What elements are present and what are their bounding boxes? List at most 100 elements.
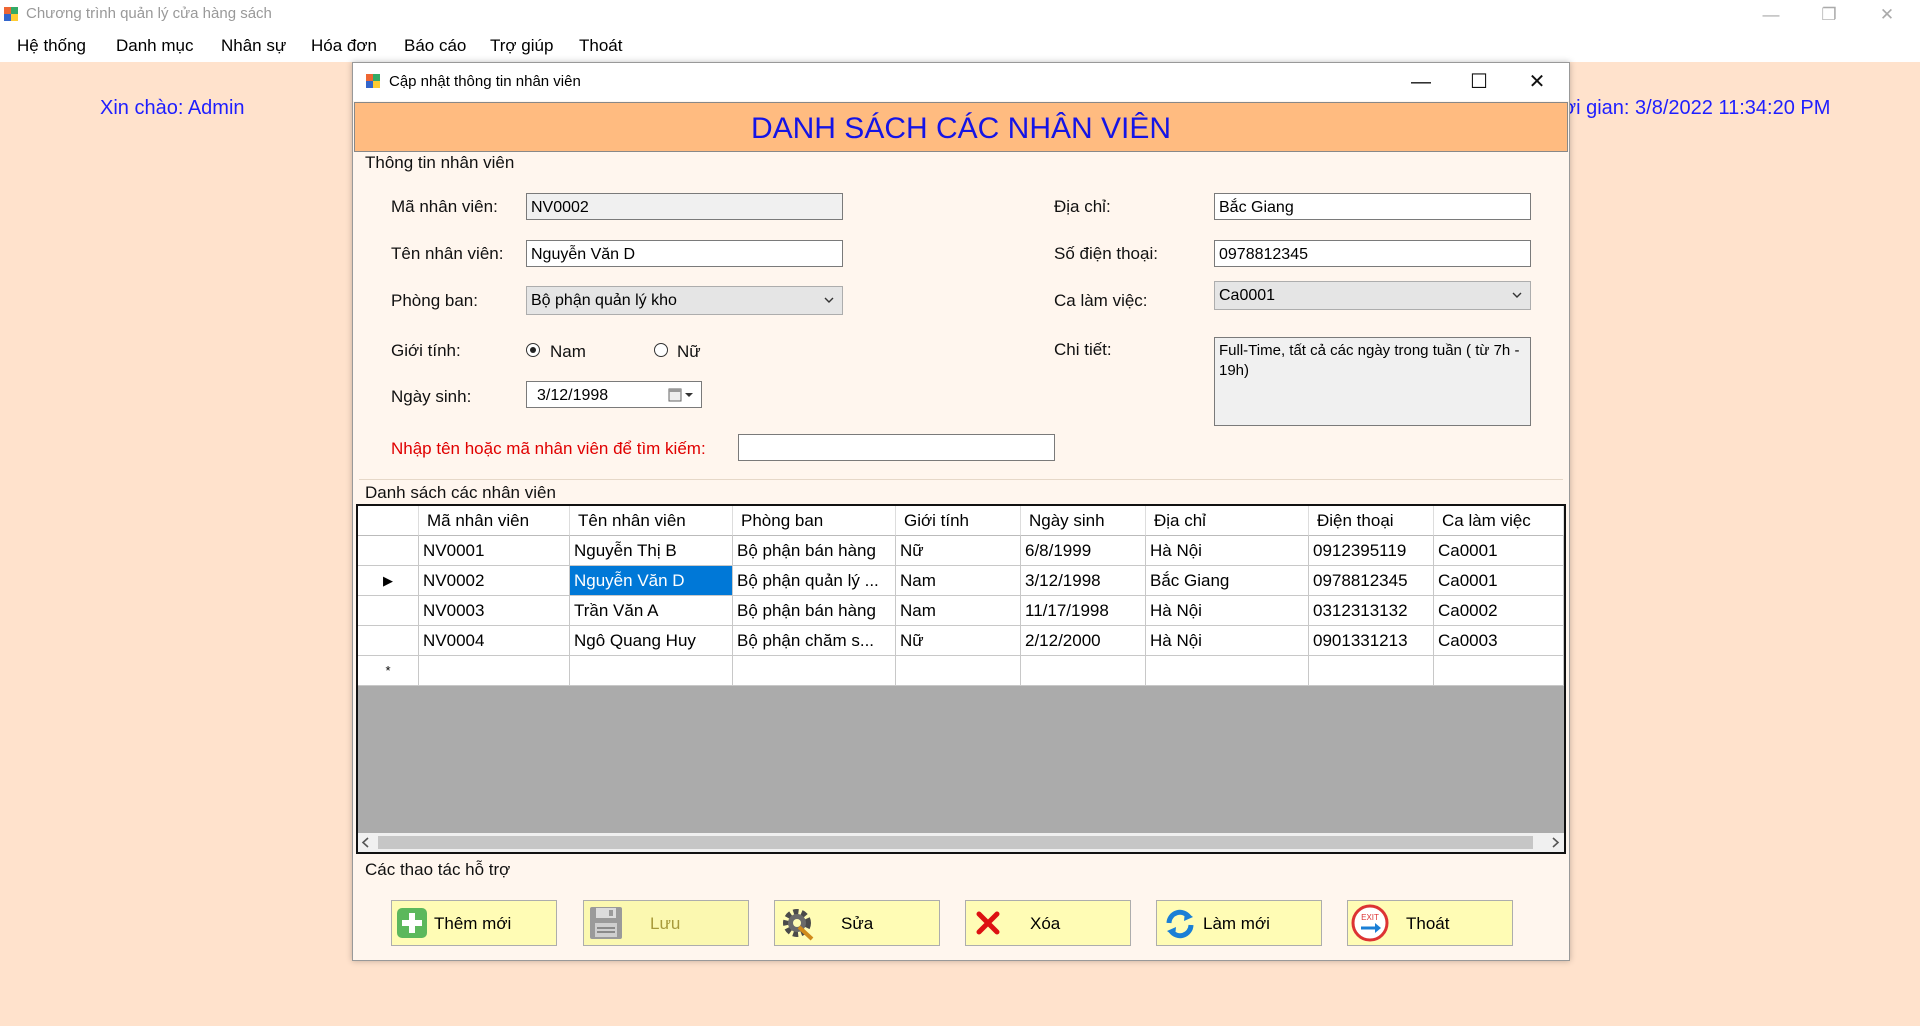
ca-lam-viec-label: Ca làm việc: [1054, 291, 1148, 310]
menu-bao-cao[interactable]: Báo cáo [404, 36, 466, 56]
edit-button[interactable]: Sửa [774, 900, 940, 946]
banner-title: DANH SÁCH CÁC NHÂN VIÊN [750, 112, 1172, 145]
restore-button[interactable]: ❐ [1800, 0, 1858, 29]
menu-thoat[interactable]: Thoát [579, 36, 622, 56]
save-button[interactable]: Lưu [583, 900, 749, 946]
table-cell[interactable]: NV0003 [419, 596, 570, 626]
menu-tro-giup[interactable]: Trợ giúp [490, 36, 553, 56]
table-cell[interactable]: Ngô Quang Huy [570, 626, 733, 656]
new-row-cell[interactable] [1309, 656, 1434, 686]
delete-button-label: Xóa [1030, 914, 1061, 933]
column-header-ten[interactable]: Tên nhân viên [570, 506, 733, 536]
row-header[interactable] [358, 536, 419, 566]
table-cell[interactable]: Hà Nội [1146, 626, 1309, 656]
row-header[interactable] [358, 596, 419, 626]
table-cell[interactable]: Ca0001 [1434, 536, 1564, 566]
new-row-cell[interactable] [570, 656, 733, 686]
scrollbar-thumb[interactable] [378, 836, 1533, 849]
column-header-ngay-sinh[interactable]: Ngày sinh [1021, 506, 1146, 536]
menu-he-thong[interactable]: Hệ thống [17, 36, 86, 56]
table-cell[interactable]: Hà Nội [1146, 536, 1309, 566]
table-cell[interactable]: Nam [896, 596, 1021, 626]
new-row-cell[interactable] [1434, 656, 1564, 686]
new-row-indicator[interactable]: * [358, 656, 419, 686]
employee-grid[interactable]: Mã nhân viên Tên nhân viên Phòng ban Giớ… [356, 504, 1566, 854]
close-button[interactable]: ✕ [1858, 0, 1916, 29]
menu-nhan-su[interactable]: Nhân sự [221, 36, 286, 56]
table-cell[interactable]: 0912395119 [1309, 536, 1434, 566]
ca-lam-viec-select[interactable]: Ca0001 [1214, 281, 1531, 310]
gender-male-label[interactable]: Nam [550, 342, 586, 362]
table-cell[interactable]: 0312313132 [1309, 596, 1434, 626]
table-cell[interactable]: Nữ [896, 536, 1021, 566]
table-cell[interactable]: Trần Văn A [570, 596, 733, 626]
dialog-maximize-button[interactable]: ☐ [1455, 67, 1503, 97]
table-cell[interactable]: Bộ phận bán hàng [733, 596, 896, 626]
menu-danh-muc[interactable]: Danh mục [116, 36, 193, 56]
horizontal-scrollbar[interactable] [358, 833, 1564, 852]
table-cell[interactable]: 11/17/1998 [1021, 596, 1146, 626]
menu-hoa-don[interactable]: Hóa đơn [311, 36, 377, 56]
gender-female-label[interactable]: Nữ [677, 342, 701, 362]
refresh-button[interactable]: Làm mới [1156, 900, 1322, 946]
delete-button[interactable]: Xóa [965, 900, 1131, 946]
table-cell[interactable]: 3/12/1998 [1021, 566, 1146, 596]
row-header[interactable] [358, 626, 419, 656]
gender-female-radio[interactable] [654, 343, 668, 357]
ma-nhan-vien-field[interactable]: NV0002 [526, 193, 843, 220]
table-cell[interactable]: Nữ [896, 626, 1021, 656]
table-cell[interactable]: 0978812345 [1309, 566, 1434, 596]
table-cell[interactable]: Bộ phận bán hàng [733, 536, 896, 566]
scroll-left-icon[interactable] [361, 837, 371, 848]
new-row-cell[interactable] [419, 656, 570, 686]
calendar-icon [668, 388, 693, 402]
table-cell[interactable]: 6/8/1999 [1021, 536, 1146, 566]
gender-male-radio[interactable] [526, 343, 540, 357]
phong-ban-value: Bộ phận quản lý kho [531, 292, 677, 309]
chi-tiet-label: Chi tiết: [1054, 340, 1112, 359]
column-header-ma[interactable]: Mã nhân viên [419, 506, 570, 536]
table-cell[interactable]: NV0001 [419, 536, 570, 566]
scroll-right-icon[interactable] [1550, 837, 1560, 848]
table-cell[interactable]: 0901331213 [1309, 626, 1434, 656]
column-header-gioi-tinh[interactable]: Giới tính [896, 506, 1021, 536]
table-cell[interactable]: 2/12/2000 [1021, 626, 1146, 656]
grid-corner-header [358, 506, 419, 536]
table-cell[interactable]: Ca0001 [1434, 566, 1564, 596]
table-cell[interactable]: NV0004 [419, 626, 570, 656]
column-header-dia-chi[interactable]: Địa chỉ [1146, 506, 1309, 536]
new-row-cell[interactable] [733, 656, 896, 686]
table-cell[interactable]: Nguyễn Thị B [570, 536, 733, 566]
minimize-button[interactable]: — [1742, 0, 1800, 29]
table-cell[interactable]: Ca0002 [1434, 596, 1564, 626]
column-header-dien-thoai[interactable]: Điện thoại [1309, 506, 1434, 536]
new-row-cell[interactable] [896, 656, 1021, 686]
column-header-ca[interactable]: Ca làm việc [1434, 506, 1564, 536]
ngay-sinh-picker[interactable]: 3/12/1998 [526, 381, 702, 408]
table-cell[interactable]: Nam [896, 566, 1021, 596]
exit-icon: EXIT [1351, 904, 1389, 942]
table-cell[interactable]: Bộ phận chăm s... [733, 626, 896, 656]
phong-ban-select[interactable]: Bộ phận quản lý kho [526, 286, 843, 315]
table-cell[interactable]: Ca0003 [1434, 626, 1564, 656]
search-label: Nhập tên hoặc mã nhân viên để tìm kiếm: [391, 439, 706, 458]
so-dien-thoai-field[interactable]: 0978812345 [1214, 240, 1531, 267]
dialog-close-button[interactable]: ✕ [1513, 67, 1561, 97]
search-input[interactable] [738, 434, 1055, 461]
add-button[interactable]: Thêm mới [391, 900, 557, 946]
ten-nhan-vien-field[interactable]: Nguyễn Văn D [526, 240, 843, 267]
table-cell[interactable]: Hà Nội [1146, 596, 1309, 626]
table-cell[interactable]: Bắc Giang [1146, 566, 1309, 596]
chi-tiet-field[interactable]: Full-Time, tất cả các ngày trong tuần ( … [1214, 337, 1531, 426]
table-cell-selected[interactable]: Nguyễn Văn D [570, 566, 733, 596]
new-row-cell[interactable] [1146, 656, 1309, 686]
table-cell[interactable]: NV0002 [419, 566, 570, 596]
new-row-cell[interactable] [1021, 656, 1146, 686]
dia-chi-field[interactable]: Bắc Giang [1214, 193, 1531, 220]
exit-button[interactable]: EXIT Thoát [1347, 900, 1513, 946]
dialog-minimize-button[interactable]: — [1397, 67, 1445, 97]
table-cell[interactable]: Bộ phận quản lý ... [733, 566, 896, 596]
selected-row-indicator[interactable]: ▶ [358, 566, 419, 596]
column-header-phong[interactable]: Phòng ban [733, 506, 896, 536]
ma-nhan-vien-label: Mã nhân viên: [391, 197, 498, 216]
